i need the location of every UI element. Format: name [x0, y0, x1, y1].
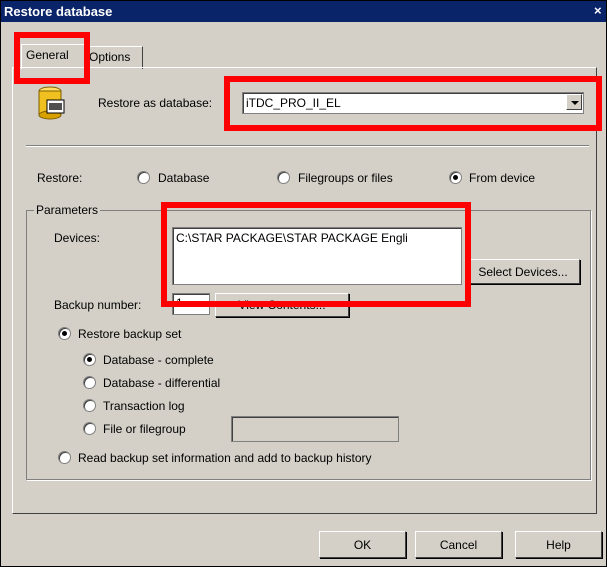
- file-or-filegroup-label[interactable]: File or filegroup: [103, 422, 186, 436]
- radio-database-differential[interactable]: [83, 376, 96, 389]
- backup-number-field[interactable]: 1: [172, 293, 210, 315]
- tab-options-label: Options: [89, 50, 131, 64]
- radio-file-or-filegroup[interactable]: [83, 422, 96, 435]
- device-path[interactable]: C:\STAR PACKAGE\STAR PACKAGE Engli: [176, 231, 408, 245]
- radio-database-label[interactable]: Database: [158, 171, 209, 185]
- transaction-log-label[interactable]: Transaction log: [103, 399, 185, 413]
- backup-number-value[interactable]: 1: [176, 296, 183, 310]
- radio-restore-backup-set[interactable]: [58, 327, 71, 340]
- radio-database-complete[interactable]: [83, 353, 96, 366]
- help-button[interactable]: Help: [515, 531, 602, 558]
- select-devices-label: Select Devices...: [478, 264, 568, 279]
- restore-as-database-label: Restore as database:: [98, 96, 213, 110]
- restore-backup-set-label[interactable]: Restore backup set: [78, 327, 181, 341]
- devices-list[interactable]: C:\STAR PACKAGE\STAR PACKAGE Engli: [172, 227, 462, 285]
- tab-options[interactable]: Options: [84, 46, 143, 69]
- help-label: Help: [546, 537, 571, 552]
- radio-transaction-log[interactable]: [83, 399, 96, 412]
- database-differential-label[interactable]: Database - differential: [103, 376, 220, 390]
- parameters-group-label: Parameters: [34, 203, 101, 217]
- restore-as-database-value: iTDC_PRO_II_EL: [246, 96, 341, 110]
- separator: [26, 145, 589, 147]
- database-icon: [38, 86, 65, 120]
- restore-label: Restore:: [37, 171, 83, 185]
- window-title: Restore database: [4, 4, 113, 19]
- radio-filegroups-or-files[interactable]: [277, 171, 290, 184]
- database-complete-label[interactable]: Database - complete: [103, 353, 214, 367]
- close-icon[interactable]: ×: [594, 3, 606, 20]
- restore-as-database-combo[interactable]: iTDC_PRO_II_EL: [242, 92, 584, 114]
- devices-label: Devices:: [54, 231, 101, 245]
- file-or-filegroup-field[interactable]: [231, 416, 399, 442]
- radio-read-backup-info[interactable]: [58, 451, 71, 464]
- ok-button[interactable]: OK: [319, 531, 406, 558]
- restore-database-dialog: Restore database × General Options Resto…: [0, 0, 607, 567]
- view-contents-button[interactable]: View Contents...: [215, 293, 349, 317]
- read-backup-info-label[interactable]: Read backup set information and add to b…: [78, 451, 372, 465]
- chevron-down-icon[interactable]: [566, 94, 582, 110]
- backup-number-label: Backup number:: [54, 298, 142, 312]
- title-bar: Restore database ×: [1, 1, 606, 22]
- select-devices-button[interactable]: Select Devices...: [466, 259, 580, 284]
- radio-from-device-label[interactable]: From device: [469, 171, 535, 185]
- radio-from-device[interactable]: [449, 171, 462, 184]
- radio-database[interactable]: [137, 171, 150, 184]
- tab-general-label: General: [26, 48, 69, 62]
- tab-general[interactable]: General: [21, 44, 85, 69]
- cancel-label: Cancel: [439, 537, 478, 552]
- cancel-button[interactable]: Cancel: [415, 531, 502, 558]
- view-contents-label: View Contents...: [238, 298, 326, 312]
- ok-label: OK: [353, 537, 372, 552]
- radio-filegroups-label[interactable]: Filegroups or files: [298, 171, 393, 185]
